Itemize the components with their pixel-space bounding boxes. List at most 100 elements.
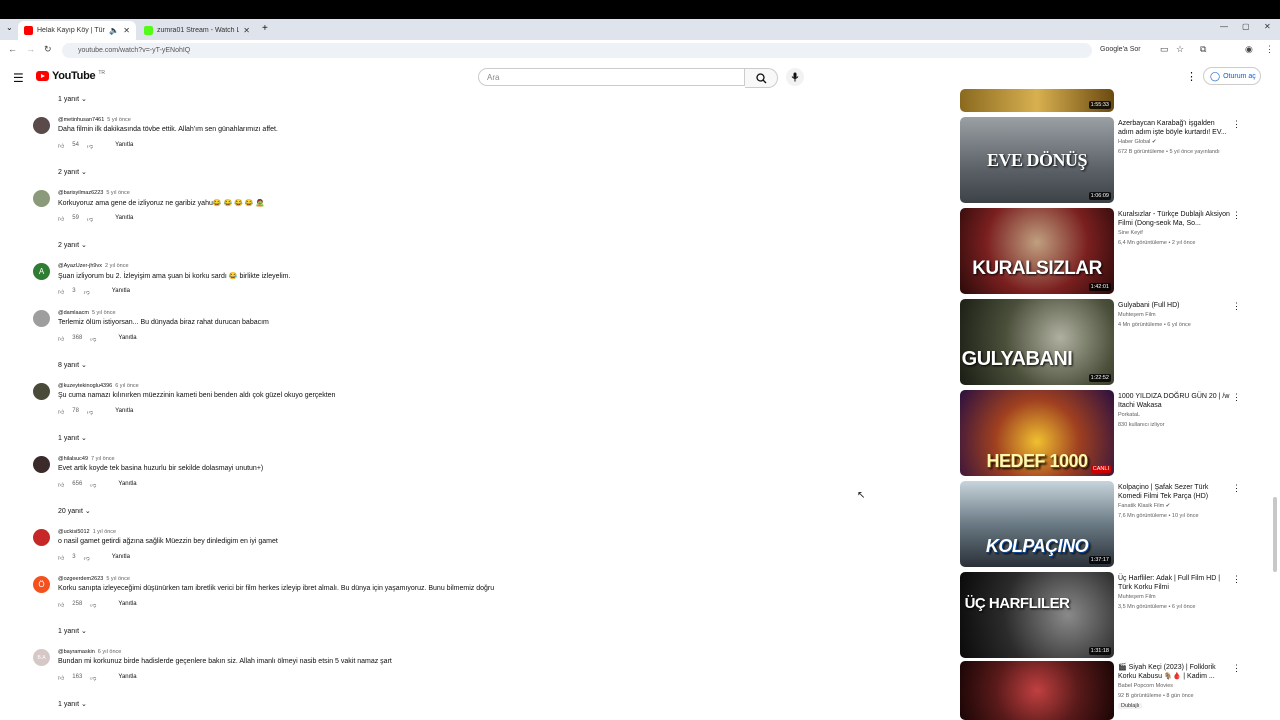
minimize-icon[interactable]: — <box>1220 22 1228 31</box>
replies-toggle[interactable]: 1 yanıt ⌄ <box>58 434 87 442</box>
comment-author[interactable]: @bayramaskin <box>58 649 95 655</box>
video-menu-icon[interactable]: ⋮ <box>1232 663 1241 674</box>
reply-button[interactable]: Yanıtla <box>115 142 133 150</box>
video-thumbnail[interactable] <box>960 661 1114 720</box>
menu-icon[interactable]: ☰ <box>13 71 24 85</box>
dislike-icon[interactable]: 👎︎ <box>87 408 93 416</box>
dislike-icon[interactable]: 👎︎ <box>90 481 96 489</box>
replies-toggle[interactable]: 8 yanıt ⌄ <box>58 361 87 369</box>
avatar[interactable]: B.A <box>33 649 50 666</box>
comment-author[interactable]: @kuzeytekinoglu4396 <box>58 383 112 389</box>
dislike-icon[interactable]: 👎︎ <box>90 674 96 682</box>
replies-toggle[interactable]: 1 yanıt ⌄ <box>58 627 87 635</box>
video-thumbnail[interactable]: HEDEF 1000 CANLI <box>960 390 1114 476</box>
reload-icon[interactable]: ↻ <box>44 44 52 55</box>
video-title[interactable]: 🎬 Siyah Keçi (2023) | Folklorik Korku Ka… <box>1118 663 1230 681</box>
video-title[interactable]: Kolpaçino | Şafak Sezer Türk Komedi Film… <box>1118 483 1230 501</box>
video-channel[interactable]: Babel Popcorn Movies <box>1118 683 1248 689</box>
video-menu-icon[interactable]: ⋮ <box>1232 483 1241 494</box>
bookmark-star-icon[interactable]: ☆ <box>1176 44 1184 55</box>
replies-toggle[interactable]: 1 yanıt ⌄ <box>58 95 87 103</box>
profile-icon[interactable]: ◉ <box>1245 44 1253 55</box>
avatar[interactable]: Ö <box>33 576 50 593</box>
replies-toggle[interactable]: 1 yanıt ⌄ <box>58 700 87 708</box>
reply-button[interactable]: Yanıtla <box>118 481 136 489</box>
video-channel[interactable]: Muhteşem Film <box>1118 594 1248 600</box>
like-icon[interactable]: 👍︎ <box>58 481 64 489</box>
comment-time[interactable]: 1 yıl önce <box>93 529 117 535</box>
reply-button[interactable]: Yanıtla <box>112 288 130 296</box>
comment-author[interactable]: @AyazUzer-jh9vx <box>58 263 102 269</box>
reply-button[interactable]: Yanıtla <box>115 408 133 416</box>
browser-menu-icon[interactable]: ⋮ <box>1265 44 1274 55</box>
video-menu-icon[interactable]: ⋮ <box>1232 210 1241 221</box>
forward-icon[interactable]: → <box>26 44 35 54</box>
browser-tab[interactable]: zumra01 Stream - Watch Live o ✕ <box>138 21 256 40</box>
reply-button[interactable]: Yanıtla <box>118 601 136 609</box>
video-menu-icon[interactable]: ⋮ <box>1232 574 1241 585</box>
video-channel[interactable]: Sine Keyif <box>1118 230 1248 236</box>
replies-toggle[interactable]: 20 yanıt ⌄ <box>58 507 91 515</box>
comment-time[interactable]: 5 yıl önce <box>92 310 116 316</box>
video-thumbnail[interactable]: 1:55:33 <box>960 89 1114 112</box>
comment-author[interactable]: @metinhusan7461 <box>58 117 104 123</box>
back-icon[interactable]: ← <box>8 44 17 54</box>
comment-time[interactable]: 5 yıl önce <box>106 190 130 196</box>
video-title[interactable]: Azerbaycan Karabağ'ı işgalden adım adım … <box>1118 119 1230 137</box>
voice-search-button[interactable] <box>786 68 804 86</box>
video-thumbnail[interactable]: KURALSIZLAR 1:42:01 <box>960 208 1114 294</box>
tab-list-icon[interactable]: ⌄ <box>6 23 13 32</box>
new-tab-icon[interactable]: + <box>262 23 268 34</box>
url-field[interactable]: youtube.com/watch?v=-yT-yENohIQ <box>62 43 1092 58</box>
video-title[interactable]: Üç Harfliler: Adak | Full Film HD | Türk… <box>1118 574 1230 592</box>
reply-button[interactable]: Yanıtla <box>115 215 133 223</box>
video-channel[interactable]: Muhteşem Film <box>1118 312 1248 318</box>
comment-author[interactable]: @hilalsuc49 <box>58 456 88 462</box>
dislike-icon[interactable]: 👎︎ <box>84 288 90 296</box>
like-icon[interactable]: 👍︎ <box>58 408 64 416</box>
google-sor-button[interactable]: Google'a Sor <box>1100 46 1141 53</box>
replies-toggle[interactable]: 2 yanıt ⌄ <box>58 241 87 249</box>
settings-menu-icon[interactable]: ⋮ <box>1186 70 1197 83</box>
comment-time[interactable]: 6 yıl önce <box>115 383 139 389</box>
dislike-icon[interactable]: 👎︎ <box>87 142 93 150</box>
video-menu-icon[interactable]: ⋮ <box>1232 301 1241 312</box>
like-icon[interactable]: 👍︎ <box>58 601 64 609</box>
comment-time[interactable]: 7 yıl önce <box>91 456 115 462</box>
page-scrollbar[interactable] <box>1273 497 1277 572</box>
maximize-icon[interactable]: ▢ <box>1242 22 1250 31</box>
comment-author[interactable]: @barisyilmaz6223 <box>58 190 103 196</box>
like-icon[interactable]: 👍︎ <box>58 674 64 682</box>
video-channel[interactable]: Haber Global ✔ <box>1118 139 1248 145</box>
dislike-icon[interactable]: 👎︎ <box>90 601 96 609</box>
video-thumbnail[interactable]: EVE DÖNÜŞ 1:06:09 <box>960 117 1114 203</box>
avatar[interactable] <box>33 529 50 546</box>
comment-time[interactable]: 5 yıl önce <box>107 117 131 123</box>
video-thumbnail[interactable]: ÜÇ HARFLILER 1:31:18 <box>960 572 1114 658</box>
search-button[interactable] <box>745 68 778 88</box>
close-window-icon[interactable]: ✕ <box>1264 22 1271 31</box>
dislike-icon[interactable]: 👎︎ <box>84 554 90 562</box>
dislike-icon[interactable]: 👎︎ <box>87 215 93 223</box>
search-input[interactable]: Ara <box>478 68 745 86</box>
avatar[interactable] <box>33 383 50 400</box>
like-icon[interactable]: 👍︎ <box>58 554 64 562</box>
avatar[interactable]: A <box>33 263 50 280</box>
replies-toggle[interactable]: 2 yanıt ⌄ <box>58 168 87 176</box>
video-title[interactable]: 1000 YILDIZA DOĞRU GÜN 20 | /w Itachi Wa… <box>1118 392 1230 410</box>
like-icon[interactable]: 👍︎ <box>58 288 64 296</box>
comment-time[interactable]: 6 yıl önce <box>98 649 122 655</box>
comment-author[interactable]: @damlaacm <box>58 310 89 316</box>
signin-button[interactable]: ◯ Oturum aç <box>1203 67 1261 85</box>
video-title[interactable]: Kuralsızlar - Türkçe Dublajlı Aksiyon Fi… <box>1118 210 1230 228</box>
like-icon[interactable]: 👍︎ <box>58 215 64 223</box>
video-thumbnail[interactable]: GULYABANI 1:22:52 <box>960 299 1114 385</box>
comment-author[interactable]: @ozgeerdem2623 <box>58 576 103 582</box>
avatar[interactable] <box>33 310 50 327</box>
video-channel[interactable]: PorkataL <box>1118 412 1248 418</box>
comment-time[interactable]: 5 yıl önce <box>106 576 130 582</box>
video-channel[interactable]: Fanatik Klasik Film ✔ <box>1118 503 1248 509</box>
avatar[interactable] <box>33 190 50 207</box>
video-menu-icon[interactable]: ⋮ <box>1232 119 1241 130</box>
browser-tab-active[interactable]: Helak Kayıp Köy | Türk Filmi 🔈 ✕ <box>18 21 136 40</box>
